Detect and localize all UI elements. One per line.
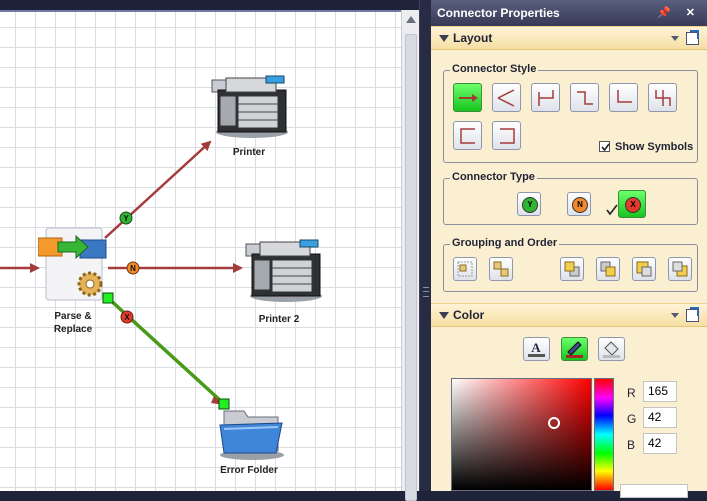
show-symbols-checkbox[interactable]: [599, 141, 610, 152]
bring-forward-button[interactable]: [596, 257, 620, 281]
b-label: B: [627, 438, 636, 452]
orthogonal-corner-icon: [617, 90, 632, 103]
undock-icon[interactable]: [686, 30, 699, 45]
type-error-button[interactable]: X: [618, 190, 646, 218]
checkmark-icon: [601, 143, 610, 152]
text-color-icon: A: [528, 340, 545, 357]
send-to-back-button[interactable]: [668, 257, 692, 281]
selected-check-icon: [606, 204, 618, 216]
color-section-header[interactable]: Color: [431, 303, 707, 327]
label-line-1: Parse &: [54, 311, 92, 322]
style-orthogonal-split-button[interactable]: [648, 83, 677, 112]
node-printer-2-label: Printer 2: [258, 314, 300, 325]
type-yes-button[interactable]: Y: [517, 192, 541, 216]
svg-text:N: N: [130, 264, 136, 273]
bring-forward-icon: [600, 261, 616, 277]
yes-symbol-icon: Y: [522, 197, 538, 213]
undock-icon[interactable]: [686, 307, 699, 322]
style-straight-button[interactable]: [453, 83, 482, 112]
grouping-order-label: Grouping and Order: [450, 237, 560, 249]
b-input[interactable]: 42: [643, 433, 677, 454]
node-error-folder-label: Error Folder: [220, 465, 278, 476]
r-input[interactable]: 165: [643, 381, 677, 402]
chevron-down-icon[interactable]: [671, 313, 679, 318]
symbol-y-icon: Y: [119, 211, 133, 225]
loop-right-icon: [500, 128, 515, 144]
svg-text:A: A: [531, 340, 541, 355]
printer-icon: [211, 75, 288, 138]
fan-arrow-icon: [497, 89, 515, 107]
connector-to-printer[interactable]: [104, 140, 212, 239]
label-line-2: Replace: [53, 324, 93, 335]
node-error-folder[interactable]: [216, 405, 286, 461]
straight-arrow-icon: [459, 94, 478, 102]
type-no-button[interactable]: N: [567, 192, 591, 216]
loop-left-icon: [460, 128, 475, 144]
bring-to-front-button[interactable]: [560, 257, 584, 281]
send-to-back-icon: [672, 261, 688, 277]
orthogonal-step-icon: [577, 91, 593, 105]
style-orthogonal-step-button[interactable]: [570, 83, 599, 112]
send-backward-button[interactable]: [632, 257, 656, 281]
node-printer-label: Printer: [232, 147, 266, 158]
style-fan-button[interactable]: [492, 83, 521, 112]
chevron-down-icon[interactable]: [671, 36, 679, 41]
style-orthogonal-up-button[interactable]: [531, 83, 560, 112]
collapse-triangle-icon[interactable]: [439, 35, 449, 42]
parse-replace-icon: [37, 227, 107, 301]
symbol-n-icon: N: [126, 261, 140, 275]
printer-2-icon: [245, 239, 322, 302]
fill-color-icon: [603, 341, 620, 358]
svg-text:Y: Y: [123, 214, 129, 223]
node-printer-2[interactable]: [242, 238, 324, 304]
orthogonal-split-icon: [655, 90, 671, 106]
color-picker-cursor[interactable]: [548, 417, 560, 429]
g-input[interactable]: 42: [643, 407, 677, 428]
splitter-grip-icon[interactable]: [423, 287, 429, 297]
show-symbols-label[interactable]: Show Symbols: [615, 141, 693, 153]
group-icon: [457, 261, 473, 277]
panel-title-icons[interactable]: 📌 ✕: [657, 0, 701, 26]
layout-section-header[interactable]: Layout: [431, 26, 707, 50]
bring-to-front-icon: [564, 261, 580, 277]
node-parse-replace[interactable]: [37, 226, 108, 304]
style-loop-left-button[interactable]: [453, 121, 482, 150]
hue-slider[interactable]: [594, 378, 614, 491]
collapse-triangle-icon[interactable]: [439, 312, 449, 319]
ungroup-icon: [493, 261, 509, 277]
orthogonal-up-icon: [538, 90, 554, 106]
fill-color-button[interactable]: [598, 337, 625, 361]
group-button[interactable]: [453, 257, 477, 281]
connector-style-label: Connector Style: [450, 63, 539, 75]
color-section-title: Color: [453, 308, 485, 322]
svg-text:X: X: [124, 313, 130, 322]
symbol-x-icon: X: [120, 310, 134, 324]
style-loop-right-button[interactable]: [492, 121, 521, 150]
connector-type-label: Connector Type: [450, 171, 537, 183]
canvas-vertical-scrollbar[interactable]: [401, 10, 420, 501]
node-parse-replace-label: Parse & Replace: [38, 310, 108, 336]
ungroup-button[interactable]: [489, 257, 513, 281]
hex-input[interactable]: [620, 484, 688, 498]
no-symbol-icon: N: [572, 197, 588, 213]
text-color-button[interactable]: A: [523, 337, 550, 361]
style-orthogonal-corner-button[interactable]: [609, 83, 638, 112]
folder-icon: [219, 410, 284, 460]
send-backward-icon: [636, 261, 652, 277]
line-color-button[interactable]: [561, 337, 588, 361]
panel-title-bar: Connector Properties 📌 ✕: [431, 0, 707, 26]
scroll-up-arrow-icon[interactable]: [406, 16, 416, 23]
g-label: G: [627, 412, 637, 426]
error-symbol-icon: X: [625, 197, 641, 213]
layout-section-title: Layout: [453, 31, 493, 45]
scroll-thumb[interactable]: [405, 34, 417, 501]
node-printer[interactable]: [208, 74, 290, 140]
color-saturation-field[interactable]: [451, 378, 592, 491]
connector-properties-panel: Connector Properties 📌 ✕ Layout Connecto…: [431, 0, 707, 498]
line-color-icon: [566, 341, 583, 358]
panel-title: Connector Properties: [437, 6, 560, 20]
r-label: R: [627, 386, 636, 400]
workflow-canvas[interactable]: Y N X Parse & Replace Printer Printer 2 …: [0, 0, 401, 491]
